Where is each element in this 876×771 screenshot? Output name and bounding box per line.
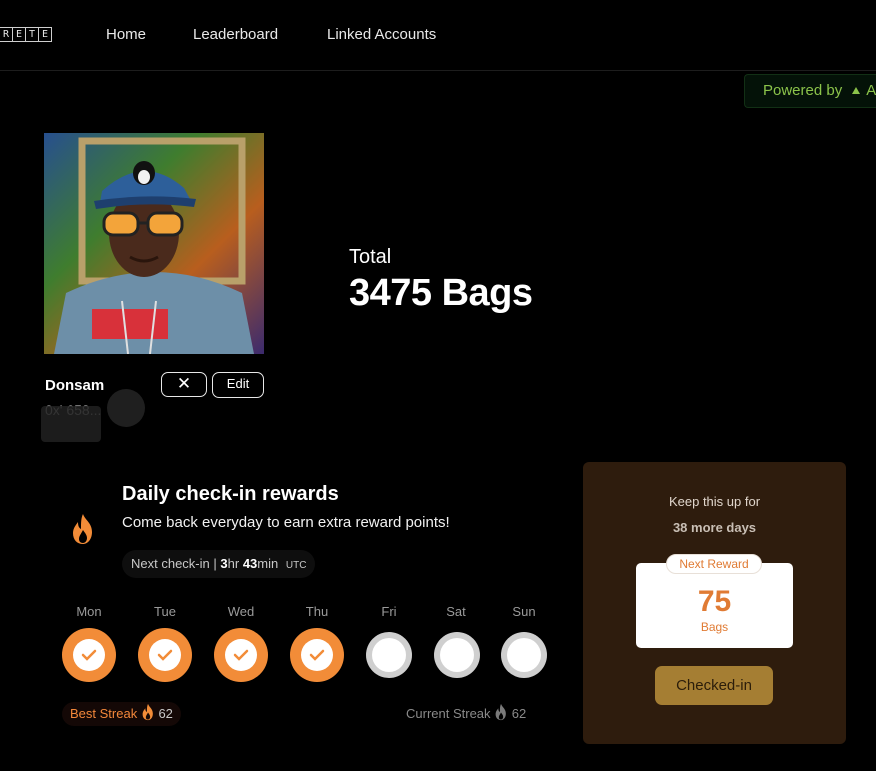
reward-unit: Bags [700, 620, 729, 634]
reward-value: 75 [697, 585, 732, 618]
checkmark-icon [81, 649, 97, 661]
next-reward-box: 75 Bags [636, 563, 793, 648]
logo-letter: T [26, 27, 39, 42]
triangle-logo-icon [852, 87, 861, 94]
flame-icon [142, 703, 153, 721]
day-label-thu: Thu [305, 604, 329, 619]
powered-by-label: Powered by [763, 82, 843, 99]
day-label-tue: Tue [154, 604, 176, 619]
logo-letter: E [39, 27, 52, 42]
timer-separator: | [213, 556, 217, 571]
next-reward-tag: Next Reward [666, 554, 762, 574]
redaction-blur [41, 406, 101, 442]
next-checkin-label: Next check-in [131, 556, 210, 571]
checked-in-button[interactable]: Checked-in [655, 666, 773, 705]
more-days-text: 38 more days [672, 520, 757, 535]
day-label-wed: Wed [227, 604, 255, 619]
timer-hours-unit: hr [227, 556, 240, 571]
daily-checkin-title: Daily check-in rewards [122, 483, 339, 505]
timer-hours: 3 [220, 556, 228, 571]
reward-card: Keep this up for 38 more days 75 Bags Ne… [583, 462, 846, 744]
top-nav: R E T E Home Leaderboard Linked Accounts [0, 0, 876, 71]
nav-link-home[interactable]: Home [106, 26, 146, 43]
best-streak-label: Best Streak [70, 706, 138, 721]
keep-up-text: Keep this up for [668, 494, 761, 509]
profile-avatar [44, 133, 264, 354]
checkmark-icon [157, 649, 173, 661]
day-checked-thu [290, 628, 344, 682]
profile-name: Donsam [45, 377, 105, 394]
current-streak-label: Current Streak [406, 706, 491, 721]
day-label-sat: Sat [446, 604, 466, 619]
nav-link-linked-accounts[interactable]: Linked Accounts [327, 26, 436, 43]
next-checkin-timer: Next check-in | 3hr 43min UTC [122, 550, 316, 578]
day-label-fri: Fri [381, 604, 397, 619]
day-checked-wed [214, 628, 268, 682]
close-button[interactable]: ✕ [161, 372, 207, 397]
timer-minutes: 43 [242, 556, 258, 571]
day-label-mon: Mon [76, 604, 102, 619]
current-streak: Current Streak 62 [406, 702, 526, 726]
daily-checkin-subtitle: Come back everyday to earn extra reward … [122, 514, 450, 531]
day-pending-fri [366, 632, 412, 678]
best-streak-value: 62 [158, 706, 173, 721]
logo-letter: R [0, 27, 13, 42]
checkmark-icon [233, 649, 249, 661]
day-checked-tue [138, 628, 192, 682]
current-streak-value: 62 [511, 706, 527, 721]
total-bags-value: 3475 Bags [349, 272, 533, 314]
best-streak-badge: Best Streak 62 [62, 702, 181, 726]
logo-letter: E [13, 27, 26, 42]
day-pending-sat [434, 632, 480, 678]
nav-link-leaderboard[interactable]: Leaderboard [193, 26, 278, 43]
day-pending-sun [501, 632, 547, 678]
checkmark-icon [309, 649, 325, 661]
flame-icon [495, 703, 507, 721]
powered-by-brand: A [866, 82, 876, 99]
day-label-sun: Sun [512, 604, 536, 619]
powered-by-badge[interactable]: Powered by A [744, 74, 876, 108]
total-label: Total [349, 246, 392, 268]
redaction-blur [107, 389, 145, 427]
logo[interactable]: R E T E [0, 27, 52, 42]
day-checked-mon [62, 628, 116, 682]
timezone-label: UTC [285, 560, 307, 571]
flame-icon [70, 513, 96, 550]
edit-button[interactable]: Edit [212, 372, 264, 398]
timer-minutes-unit: min [257, 556, 279, 571]
